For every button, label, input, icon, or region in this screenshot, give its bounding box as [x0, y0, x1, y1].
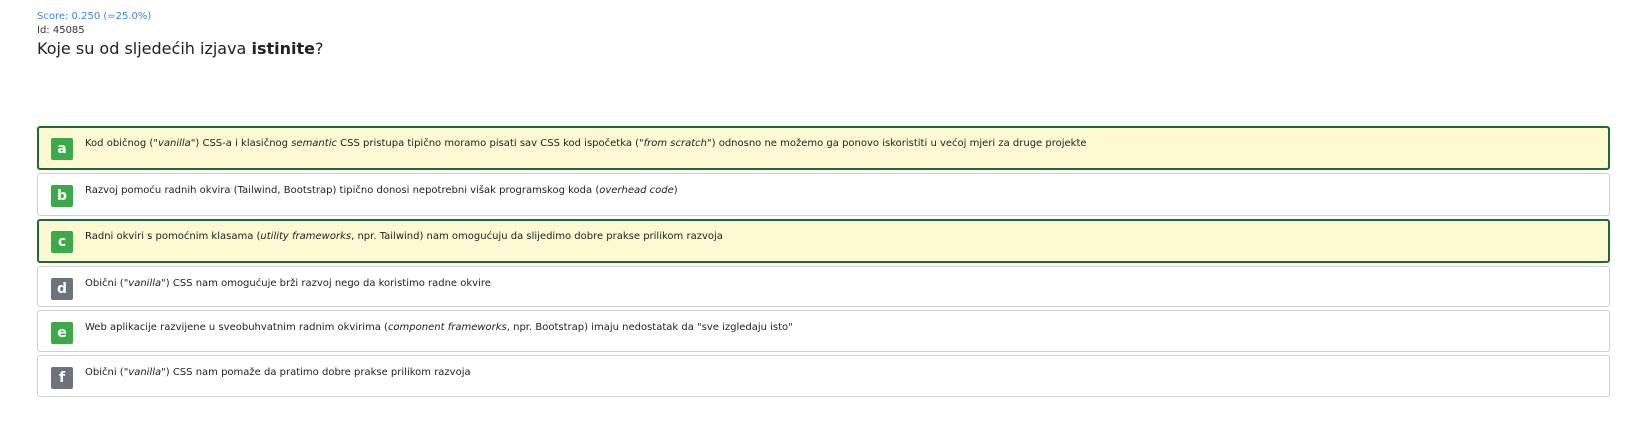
option-text-segment: ): [673, 185, 678, 196]
option-letter-badge: c: [51, 231, 73, 253]
option-text-segment: Radni okviri s pomoćnim klasama (: [85, 231, 261, 242]
question-id: Id: 45085: [37, 25, 85, 36]
option-text-italic: component frameworks: [387, 322, 507, 333]
option-text-italic: from scratch: [643, 138, 708, 149]
option-text-italic: semantic: [291, 138, 337, 149]
question-text: Koje su od sljedećih izjava istinite?: [37, 38, 323, 60]
option-text-segment: ") odnosno ne možemo ga ponovo iskoristi…: [707, 138, 1087, 149]
option-letter-badge: a: [51, 138, 73, 160]
option-text-italic: overhead code: [599, 185, 674, 196]
option-text: Web aplikacije razvijene u sveobuhvatnim…: [85, 321, 793, 335]
option-text-segment: CSS pristupa tipično moramo pisati sav C…: [336, 138, 644, 149]
question-header: Score: 0.250 (=25.0%) Id: 45085 Koje su …: [37, 10, 323, 60]
question-text-emphasis: istinite: [251, 39, 315, 58]
option-text-segment: Obični (": [85, 367, 129, 378]
option-text-italic: vanilla: [157, 138, 191, 149]
option-text-segment: Kod običnog (": [85, 138, 158, 149]
question-text-end: ?: [314, 39, 324, 58]
option-text-italic: vanilla: [128, 278, 162, 289]
answer-option-b[interactable]: b Razvoj pomoću radnih okvira (Tailwind,…: [37, 173, 1610, 216]
option-letter-badge: d: [51, 278, 73, 300]
option-text-segment: ") CSS-a i klasičnog: [190, 138, 292, 149]
option-text: Razvoj pomoću radnih okvira (Tailwind, B…: [85, 184, 678, 198]
answer-option-e[interactable]: e Web aplikacije razvijene u sveobuhvatn…: [37, 310, 1610, 352]
option-text-segment: , npr. Tailwind) nam omogućuju da slijed…: [351, 231, 723, 242]
question-text-start: Koje su od sljedećih izjava: [37, 39, 252, 58]
option-text: Obični ("vanilla") CSS nam pomaže da pra…: [85, 366, 471, 380]
option-text-italic: utility frameworks: [260, 231, 352, 242]
option-text: Kod običnog ("vanilla") CSS-a i klasično…: [85, 137, 1087, 151]
option-text-segment: Web aplikacije razvijene u sveobuhvatnim…: [85, 322, 388, 333]
option-letter-badge: b: [51, 185, 73, 207]
answer-option-a[interactable]: a Kod običnog ("vanilla") CSS-a i klasič…: [37, 126, 1610, 170]
answer-option-d[interactable]: d Obični ("vanilla") CSS nam omogućuje b…: [37, 266, 1610, 307]
answer-option-f[interactable]: f Obični ("vanilla") CSS nam pomaže da p…: [37, 355, 1610, 397]
score-text: Score: 0.250 (=25.0%): [37, 11, 152, 22]
answer-option-c[interactable]: c Radni okviri s pomoćnim klasama (utili…: [37, 219, 1610, 263]
option-text-segment: Obični (": [85, 278, 129, 289]
option-letter-badge: f: [51, 367, 73, 389]
option-letter-badge: e: [51, 322, 73, 344]
option-text: Radni okviri s pomoćnim klasama (utility…: [85, 230, 723, 244]
option-text: Obični ("vanilla") CSS nam omogućuje brž…: [85, 277, 491, 291]
option-text-italic: vanilla: [128, 367, 162, 378]
option-text-segment: ") CSS nam omogućuje brži razvoj nego da…: [161, 278, 491, 289]
option-text-segment: Razvoj pomoću radnih okvira (Tailwind, B…: [85, 185, 600, 196]
answer-options: a Kod običnog ("vanilla") CSS-a i klasič…: [37, 126, 1610, 400]
option-text-segment: ") CSS nam pomaže da pratimo dobre praks…: [161, 367, 471, 378]
option-text-segment: , npr. Bootstrap) imaju nedostatak da "s…: [506, 322, 793, 333]
